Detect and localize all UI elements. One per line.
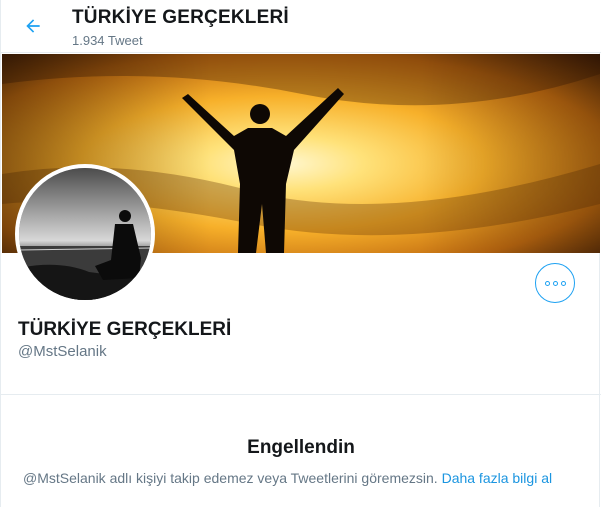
header-title: TÜRKİYE GERÇEKLERİ: [72, 7, 289, 28]
blocked-title: Engellendin: [247, 437, 355, 458]
more-horizontal-icon: [560, 280, 566, 286]
profile-avatar[interactable]: [15, 164, 155, 304]
divider: [1, 394, 601, 395]
blocked-message: @MstSelanik adlı kişiyi takip edemez vey…: [23, 470, 438, 486]
profile-handle: @MstSelanik: [18, 343, 107, 360]
profile-page: TÜRKİYE GERÇEKLERİ 1.934 Tweet TÜRKİYE G…: [0, 0, 601, 507]
arrow-left-icon: [26, 19, 40, 33]
back-button[interactable]: [17, 10, 49, 42]
more-options-button[interactable]: [535, 263, 575, 303]
blocked-message-row: @MstSelanik adlı kişiyi takip edemez vey…: [23, 470, 552, 486]
more-horizontal-icon: [552, 280, 558, 286]
learn-more-link[interactable]: Daha fazla bilgi al: [442, 470, 553, 486]
more-horizontal-icon: [544, 280, 550, 286]
top-header: TÜRKİYE GERÇEKLERİ 1.934 Tweet: [1, 0, 601, 53]
avatar-image: [19, 168, 151, 300]
profile-name: TÜRKİYE GERÇEKLERİ: [18, 319, 232, 340]
tweet-count: 1.934 Tweet: [72, 33, 143, 48]
